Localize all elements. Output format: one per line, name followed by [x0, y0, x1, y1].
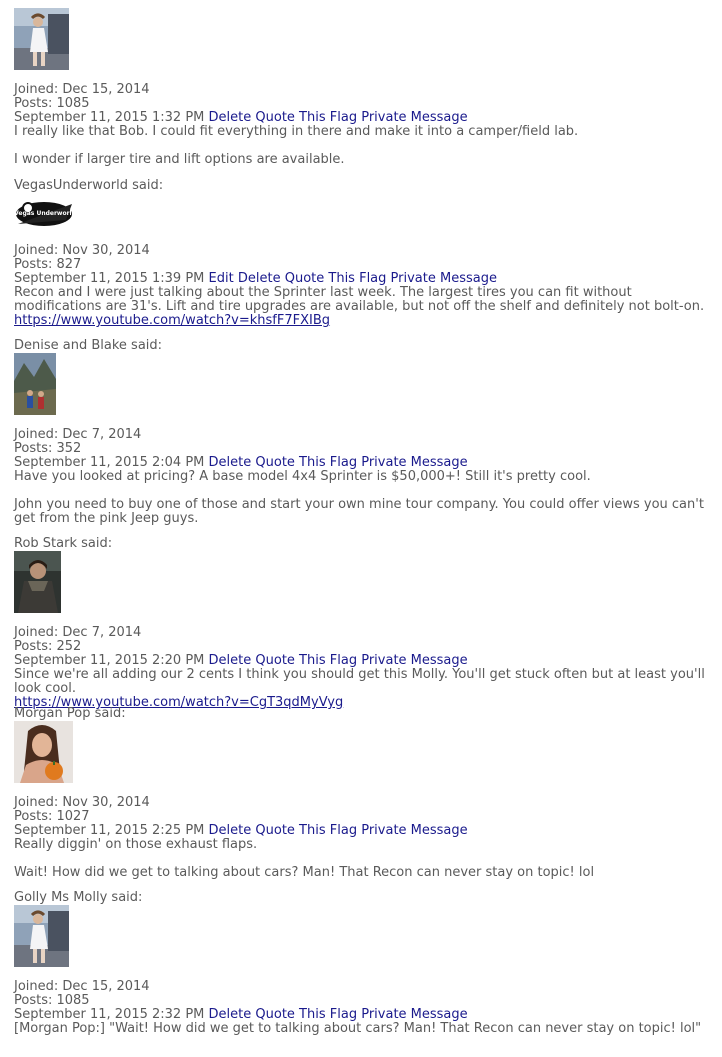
private-message-link[interactable]: Private Message [361, 110, 467, 125]
flag-link[interactable]: Flag [359, 271, 386, 286]
forum-thread: Joined: Dec 15, 2014 Posts: 1085 Septemb… [0, 0, 722, 1057]
post-timestamp: September 11, 2015 2:20 PM [14, 653, 205, 668]
post-meta: September 11, 2015 2:25 PM Delete Quote … [14, 824, 708, 838]
join-date: Joined: Dec 15, 2014 [14, 82, 150, 97]
delete-link[interactable]: Delete [209, 455, 252, 470]
post-timestamp: September 11, 2015 1:32 PM [14, 110, 205, 125]
post-meta: September 11, 2015 2:32 PM Delete Quote … [14, 1008, 708, 1022]
post-timestamp: September 11, 2015 1:39 PM [14, 271, 205, 286]
post-body: Wait! How did we get to talking about ca… [14, 865, 595, 880]
private-message-link[interactable]: Private Message [361, 455, 467, 470]
post-meta: September 11, 2015 2:04 PM Delete Quote … [14, 456, 708, 470]
author-said: Denise and Blake said: [14, 338, 163, 353]
flag-link[interactable]: Flag [330, 1007, 357, 1022]
avatar-rob-stark[interactable] [14, 551, 61, 613]
post-body: Really diggin' on those exhaust flaps. [14, 837, 258, 852]
quote-link[interactable]: Quote This [255, 1007, 325, 1022]
join-date: Joined: Nov 30, 2014 [14, 795, 150, 810]
private-message-link[interactable]: Private Message [361, 823, 467, 838]
join-date: Joined: Dec 15, 2014 [14, 979, 150, 994]
delete-link[interactable]: Delete [209, 1007, 252, 1022]
post-body: John you need to buy one of those and st… [14, 497, 704, 526]
post-meta: September 11, 2015 1:32 PM Delete Quote … [14, 111, 708, 125]
author-said: VegasUnderworld said: [14, 178, 164, 193]
quote-link[interactable]: Quote This [255, 653, 325, 668]
join-date: Joined: Dec 7, 2014 [14, 625, 142, 640]
post-timestamp: September 11, 2015 2:32 PM [14, 1007, 205, 1022]
post-count: Posts: 1085 [14, 993, 90, 1008]
private-message-link[interactable]: Private Message [361, 653, 467, 668]
post-6-content: Joined: Dec 15, 2014 Posts: 1085 Septemb… [14, 980, 708, 1036]
avatar-golly-ms-molly[interactable] [14, 8, 69, 70]
delete-link[interactable]: Delete [209, 823, 252, 838]
youtube-link[interactable]: https://www.youtube.com/watch?v=khsfF7FX… [14, 313, 330, 328]
quote-link[interactable]: Quote This [255, 823, 325, 838]
quote-link[interactable]: Quote This [255, 455, 325, 470]
delete-link[interactable]: Delete [209, 110, 252, 125]
post-body: [Morgan Pop:] "Wait! How did we get to t… [14, 1021, 702, 1036]
flag-link[interactable]: Flag [330, 823, 357, 838]
private-message-link[interactable]: Private Message [361, 1007, 467, 1022]
delete-link[interactable]: Delete [238, 271, 281, 286]
post-2-content: Joined: Nov 30, 2014 Posts: 827 Septembe… [14, 244, 708, 328]
post-meta: September 11, 2015 1:39 PM Edit Delete Q… [14, 272, 708, 286]
quote-link[interactable]: Quote This [285, 271, 355, 286]
post-timestamp: September 11, 2015 2:04 PM [14, 455, 205, 470]
post-4: Rob Stark said: [14, 537, 708, 551]
post-count: Posts: 352 [14, 441, 82, 456]
flag-link[interactable]: Flag [330, 110, 357, 125]
post-3-content: Joined: Dec 7, 2014 Posts: 352 September… [14, 428, 708, 526]
author-said: Rob Stark said: [14, 536, 113, 551]
join-date: Joined: Dec 7, 2014 [14, 427, 142, 442]
post-timestamp: September 11, 2015 2:25 PM [14, 823, 205, 838]
post-4-content: Joined: Dec 7, 2014 Posts: 252 September… [14, 626, 708, 710]
flag-link[interactable]: Flag [330, 653, 357, 668]
edit-link[interactable]: Edit [209, 271, 234, 286]
delete-link[interactable]: Delete [209, 653, 252, 668]
post-5-content: Joined: Nov 30, 2014 Posts: 1027 Septemb… [14, 796, 708, 880]
author-said: Morgan Pop said: [14, 706, 126, 721]
join-date: Joined: Nov 30, 2014 [14, 243, 150, 258]
post-body: Since we're all adding our 2 cents I thi… [14, 667, 705, 696]
avatar-logo-text: Vegas Underworld [14, 210, 76, 217]
avatar-morgan-pop[interactable] [14, 721, 73, 783]
avatar-denise-and-blake[interactable] [14, 353, 56, 415]
quote-link[interactable]: Quote This [255, 110, 325, 125]
post-3: Denise and Blake said: [14, 339, 708, 353]
avatar-golly-ms-molly[interactable] [14, 905, 69, 967]
post-count: Posts: 827 [14, 257, 82, 272]
post-5: Morgan Pop said: [14, 707, 708, 721]
post-count: Posts: 1085 [14, 96, 90, 111]
post-6: Golly Ms Molly said: [14, 891, 708, 905]
post-count: Posts: 1027 [14, 809, 90, 824]
post-body: I wonder if larger tire and lift options… [14, 152, 345, 167]
post-body: I really like that Bob. I could fit ever… [14, 124, 579, 139]
avatar-vegasunderworld[interactable]: Vegas Underworld [14, 194, 76, 230]
flag-link[interactable]: Flag [330, 455, 357, 470]
post-1: Joined: Dec 15, 2014 Posts: 1085 Septemb… [14, 83, 708, 167]
post-body: Have you looked at pricing? A base model… [14, 469, 591, 484]
post-2: VegasUnderworld said: [14, 179, 708, 193]
author-said: Golly Ms Molly said: [14, 890, 143, 905]
private-message-link[interactable]: Private Message [391, 271, 497, 286]
post-body: Recon and I were just talking about the … [14, 285, 705, 314]
post-meta: September 11, 2015 2:20 PM Delete Quote … [14, 654, 708, 668]
post-count: Posts: 252 [14, 639, 82, 654]
